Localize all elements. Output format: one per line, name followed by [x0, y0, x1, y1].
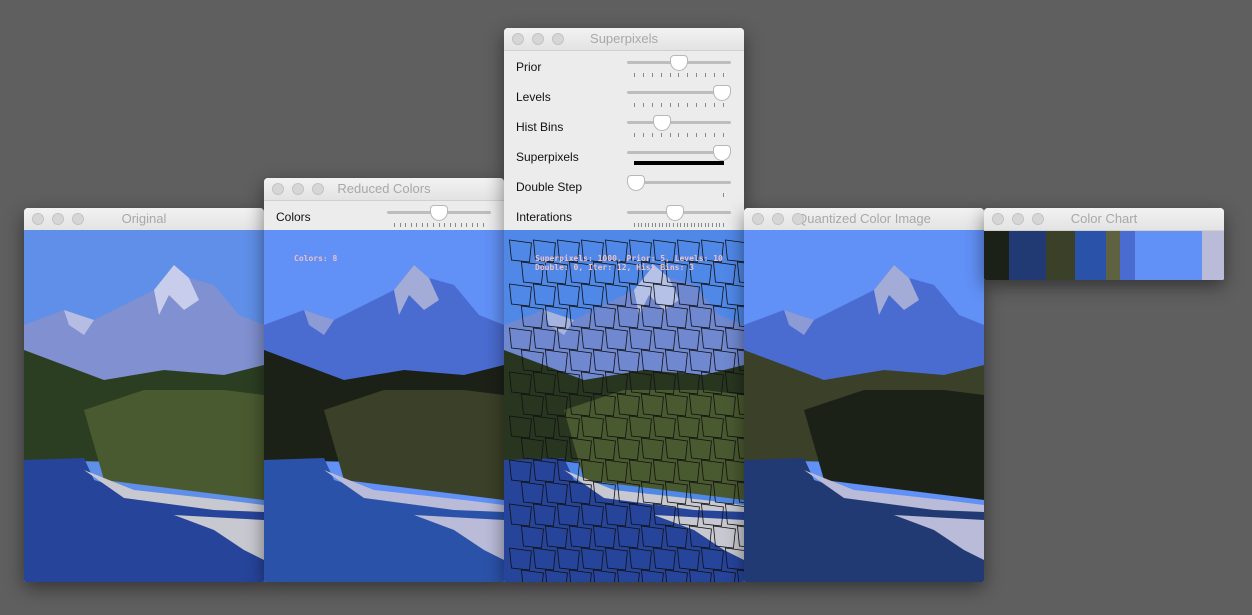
superpixels-window: Superpixels Prior Levels Hist Bins Superpix…: [504, 28, 744, 582]
slider-thumb[interactable]: [713, 85, 731, 101]
slider-ticks: [394, 223, 484, 227]
control-label: Double Step: [516, 180, 583, 194]
colors-overlay-text: Colors: 8: [294, 254, 338, 263]
control-label: Interations: [516, 210, 573, 224]
slider-thumb[interactable]: [670, 55, 688, 71]
reduced-colors-window: Reduced Colors Colors Colors: 8: [264, 178, 504, 582]
slider-thumb[interactable]: [713, 145, 731, 161]
close-icon[interactable]: [992, 213, 1004, 225]
slider-ticks: [634, 223, 724, 227]
slider-track[interactable]: [627, 121, 731, 124]
original-image: [24, 230, 264, 582]
title-bar[interactable]: Color Chart: [984, 208, 1224, 231]
superpixels-slider[interactable]: [627, 145, 731, 167]
window-title: Superpixels: [590, 31, 658, 46]
control-row-interations: Interations: [504, 201, 744, 231]
color-swatch: [1106, 231, 1120, 280]
slider-ticks: [634, 103, 724, 107]
control-row-colors: Colors: [264, 201, 504, 231]
window-controls[interactable]: [992, 213, 1044, 225]
control-row-double-step: Double Step: [504, 171, 744, 201]
zoom-icon[interactable]: [552, 33, 564, 45]
zoom-icon[interactable]: [792, 213, 804, 225]
prior-slider[interactable]: [627, 55, 731, 77]
window-controls[interactable]: [32, 213, 84, 225]
control-row-hist-bins: Hist Bins: [504, 111, 744, 141]
interations-slider[interactable]: [627, 205, 731, 227]
hist-bins-slider[interactable]: [627, 115, 731, 137]
slider-thumb[interactable]: [665, 205, 684, 221]
title-bar[interactable]: Original: [24, 208, 264, 231]
window-controls[interactable]: [272, 183, 324, 195]
window-title: Color Chart: [1070, 211, 1138, 226]
control-label: Levels: [516, 90, 551, 104]
control-label: Superpixels: [516, 150, 579, 164]
original-window: Original: [24, 208, 264, 582]
window-title: Reduced Colors: [337, 181, 431, 196]
control-row-prior: Prior: [504, 51, 744, 81]
control-row-levels: Levels: [504, 81, 744, 111]
slider-ticks: [634, 193, 724, 197]
color-swatch: [984, 231, 1009, 280]
window-controls[interactable]: [752, 213, 804, 225]
double-step-slider[interactable]: [627, 175, 731, 197]
minimize-icon[interactable]: [292, 183, 304, 195]
minimize-icon[interactable]: [1012, 213, 1024, 225]
title-bar[interactable]: Reduced Colors: [264, 178, 504, 201]
levels-slider[interactable]: [627, 85, 731, 107]
slider-thumb[interactable]: [430, 205, 448, 221]
close-icon[interactable]: [752, 213, 764, 225]
slider-ticks: [634, 73, 724, 77]
quantized-image: [744, 230, 984, 582]
control-row-superpixels: Superpixels: [504, 141, 744, 171]
superpixels-overlay-text: Superpixels: 1000, Prior: 5, Levels: 10 D…: [535, 254, 723, 272]
overlay-line-2: Double: 0, Iter: 12, Hist Bins: 3: [535, 263, 694, 272]
color-swatch: [1202, 231, 1224, 280]
control-label: Colors: [276, 210, 311, 224]
slider-thumb[interactable]: [627, 175, 645, 191]
color-chart: [984, 231, 1224, 280]
color-swatch: [1046, 231, 1075, 280]
window-controls[interactable]: [512, 33, 564, 45]
close-icon[interactable]: [512, 33, 524, 45]
color-swatch: [1009, 231, 1046, 280]
superpixels-image: [504, 230, 744, 582]
window-title: Quantized Color Image: [797, 211, 931, 226]
title-bar[interactable]: Quantized Color Image: [744, 208, 984, 231]
minimize-icon[interactable]: [772, 213, 784, 225]
color-chart-window: Color Chart: [984, 208, 1224, 280]
control-label: Prior: [516, 60, 542, 74]
slider-thumb[interactable]: [652, 115, 671, 131]
progress-bar: [634, 161, 724, 165]
minimize-icon[interactable]: [532, 33, 544, 45]
color-swatch: [1075, 231, 1106, 280]
color-swatch: [1135, 231, 1202, 280]
zoom-icon[interactable]: [1032, 213, 1044, 225]
close-icon[interactable]: [32, 213, 44, 225]
colors-slider[interactable]: [387, 205, 491, 227]
zoom-icon[interactable]: [312, 183, 324, 195]
control-label: Hist Bins: [516, 120, 564, 134]
slider-ticks: [634, 133, 724, 137]
zoom-icon[interactable]: [72, 213, 84, 225]
color-swatch: [1120, 231, 1135, 280]
quantized-window: Quantized Color Image: [744, 208, 984, 582]
title-bar[interactable]: Superpixels: [504, 28, 744, 51]
close-icon[interactable]: [272, 183, 284, 195]
minimize-icon[interactable]: [52, 213, 64, 225]
reduced-colors-image: [264, 230, 504, 582]
overlay-line-1: Superpixels: 1000, Prior: 5, Levels: 10: [535, 254, 723, 263]
window-title: Original: [121, 211, 167, 226]
